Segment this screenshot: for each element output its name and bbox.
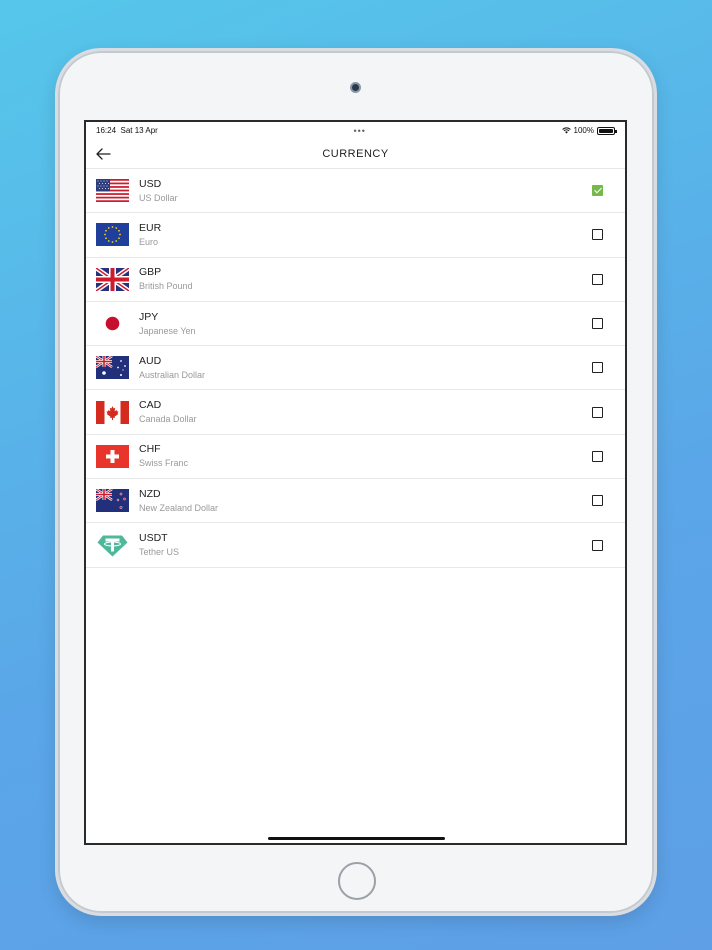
ca-flag-icon [96, 400, 129, 424]
multitask-dots[interactable]: ••• [353, 126, 365, 136]
back-button[interactable] [94, 145, 112, 163]
currency-name: New Zealand Dollar [139, 502, 219, 513]
app-screen: 16:24 Sat 13 Apr ••• 100% CURRENCY USD U… [84, 120, 627, 845]
currency-checkbox[interactable] [592, 273, 603, 285]
au-flag-icon [96, 356, 129, 380]
nz-flag-icon [96, 489, 129, 513]
status-date: Sat 13 Apr [120, 126, 158, 135]
ch-flag-icon [96, 444, 129, 468]
jp-flag-icon [96, 312, 129, 336]
currency-name: US Dollar [139, 192, 178, 203]
currency-code: NZD [139, 487, 161, 500]
currency-row-usd[interactable]: USD US Dollar [86, 169, 625, 214]
page-title: CURRENCY [322, 147, 389, 160]
status-time: 16:24 [96, 126, 117, 135]
currency-checkbox[interactable] [592, 229, 603, 241]
currency-checkbox[interactable] [592, 406, 603, 418]
status-right: 100% [561, 126, 617, 135]
currency-row-aud[interactable]: AUD Australian Dollar [86, 346, 625, 391]
currency-row-cad[interactable]: CAD Canada Dollar [86, 390, 625, 435]
currency-name: British Pound [139, 281, 193, 292]
camera-icon [350, 82, 361, 93]
battery-percent: 100% [573, 126, 594, 135]
currency-code: EUR [139, 221, 162, 234]
currency-checkbox[interactable] [592, 495, 603, 507]
currency-checkbox[interactable] [592, 318, 603, 330]
currency-row-chf[interactable]: CHF Swiss Franc [86, 435, 625, 480]
currency-code: USD [139, 177, 162, 190]
currency-name: Canada Dollar [139, 414, 197, 425]
currency-row-eur[interactable]: EUR Euro [86, 213, 625, 258]
currency-code: CAD [139, 399, 162, 412]
currency-row-gbp[interactable]: GBP British Pound [86, 258, 625, 302]
currency-code: JPY [139, 310, 159, 323]
status-bar: 16:24 Sat 13 Apr ••• 100% [86, 122, 625, 139]
currency-checkbox[interactable] [592, 539, 603, 551]
home-indicator[interactable] [268, 837, 445, 840]
currency-row-usdt[interactable]: USDT Tether US [86, 523, 625, 568]
eu-flag-icon [96, 223, 129, 247]
currency-code: CHF [139, 443, 161, 456]
currency-row-nzd[interactable]: NZD New Zealand Dollar [86, 479, 625, 524]
currency-name: Tether US [139, 547, 180, 558]
currency-checkbox[interactable] [592, 362, 603, 374]
battery-icon [596, 126, 617, 135]
currency-code: USDT [139, 532, 168, 545]
arrow-left-icon [95, 148, 111, 160]
currency-code: GBP [139, 266, 162, 279]
currency-name: Japanese Yen [139, 325, 196, 336]
uk-flag-icon [96, 267, 129, 291]
currency-name: Australian Dollar [139, 369, 206, 380]
wifi-icon [561, 127, 571, 134]
tether-icon [97, 535, 128, 557]
currency-code: AUD [139, 354, 162, 367]
status-time-date: 16:24 Sat 13 Apr [96, 126, 158, 135]
currency-checkbox-checked[interactable] [592, 185, 603, 197]
currency-list: USD US Dollar EUR Euro GBP British Pound… [86, 169, 625, 568]
nav-bar: CURRENCY [86, 139, 625, 169]
us-flag-icon [96, 179, 129, 203]
currency-name: Swiss Franc [139, 458, 189, 469]
currency-name: Euro [139, 236, 159, 247]
currency-checkbox[interactable] [592, 450, 603, 462]
currency-row-jpy[interactable]: JPY Japanese Yen [86, 302, 625, 347]
home-button[interactable] [338, 862, 376, 900]
